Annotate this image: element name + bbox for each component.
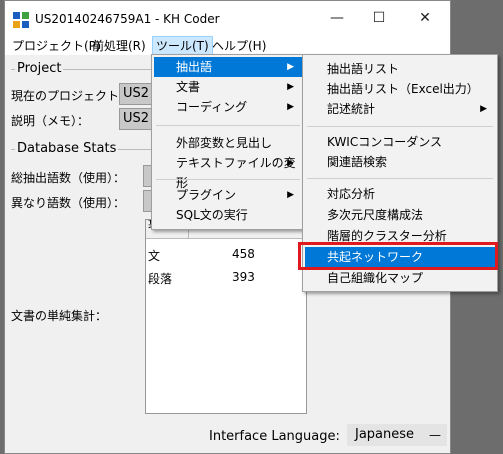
menu-item-label: 対応分析 <box>327 187 376 201</box>
tools-menu: 抽出語 ▶ 文書 ▶ コーディング ▶ 外部変数と見出し テキストファイルの変形… <box>151 54 305 230</box>
menu-item-label: SQL文の実行 <box>176 208 248 222</box>
submenu-arrow-icon: ▶ <box>287 102 294 112</box>
menu-item-label: 階層的クラスター分析 <box>327 229 447 243</box>
title-bar[interactable]: US20140246759A1 - KH Coder — ☐ ✕ <box>5 1 450 35</box>
menu-item-label: 記述統計 <box>327 102 376 116</box>
stats-group-label: Database Stats <box>15 141 119 156</box>
callout-highlight <box>298 242 498 270</box>
menu-item-label: 多次元尺度構成法 <box>327 208 424 222</box>
minimize-button[interactable]: — <box>317 5 357 31</box>
menu-item-mds[interactable]: 多次元尺度構成法 <box>305 205 495 225</box>
menu-item-label: 自己組織化マップ <box>327 271 424 285</box>
language-select[interactable]: Japanese — <box>347 424 447 446</box>
close-button[interactable]: ✕ <box>405 5 445 31</box>
menu-item-label: 外部変数と見出し <box>176 136 273 150</box>
menu-bar: プロジェクト(P) 前処理(R) ツール(T) ヘルプ(H) <box>5 35 450 56</box>
menu-item-related-words[interactable]: 関連語検索 <box>305 152 495 172</box>
current-project-label: 現在のプロジェクト： <box>11 89 132 103</box>
menu-item-word-list-excel[interactable]: 抽出語リスト（Excel出力） <box>305 79 495 99</box>
menu-item-label: KWICコンコーダンス <box>327 135 442 149</box>
memo-label: 説明（メモ）： <box>11 114 90 128</box>
submenu-arrow-icon: ▶ <box>287 158 294 168</box>
menu-preprocess[interactable]: 前処理(R) <box>89 37 149 55</box>
menu-separator <box>307 178 493 179</box>
menu-item-label: プラグイン <box>176 188 237 202</box>
maximize-button[interactable]: ☐ <box>359 5 399 31</box>
menu-item-label: コーディング <box>176 100 248 114</box>
menu-item-correspondence[interactable]: 対応分析 <box>305 184 495 204</box>
menu-separator <box>156 179 300 180</box>
menu-item-label: 文書 <box>176 80 201 94</box>
menu-item-variables[interactable]: 外部変数と見出し <box>154 133 302 153</box>
menu-item-label: 抽出語リスト <box>327 62 400 76</box>
app-icon <box>13 12 29 28</box>
menu-separator <box>307 126 493 127</box>
doc-count-table[interactable]: 集計単位 ケース数 文 458 段落 393 <box>145 219 307 414</box>
menu-item-word-list[interactable]: 抽出語リスト <box>305 59 495 79</box>
table-cell-unit: 段落 <box>148 272 173 286</box>
menu-separator <box>156 125 300 126</box>
doc-count-label: 文書の単純集計： <box>11 309 108 323</box>
menu-item-label: 抽出語 <box>176 60 213 74</box>
submenu-arrow-icon: ▶ <box>287 62 294 72</box>
window-title: US20140246759A1 - KH Coder <box>35 12 220 26</box>
submenu-arrow-icon: ▶ <box>287 190 294 200</box>
menu-item-sql[interactable]: SQL文の実行 <box>154 205 302 225</box>
menu-item-label: 関連語検索 <box>327 155 388 169</box>
submenu-arrow-icon: ▶ <box>287 82 294 92</box>
table-cell-unit: 文 <box>148 249 161 263</box>
menu-item-label: 抽出語リスト（Excel出力） <box>327 82 479 96</box>
submenu-arrow-icon: ▶ <box>480 104 487 114</box>
distinct-words-label: 異なり語数（使用）： <box>11 196 126 210</box>
menu-item-coding[interactable]: コーディング ▶ <box>154 97 302 117</box>
menu-help[interactable]: ヘルプ(H) <box>209 37 269 55</box>
menu-tools[interactable]: ツール(T) <box>152 36 213 56</box>
table-cell-count: 458 <box>232 247 255 261</box>
language-value: Japanese <box>355 427 415 442</box>
menu-item-documents[interactable]: 文書 ▶ <box>154 77 302 97</box>
menu-item-descriptive-stats[interactable]: 記述統計 ▶ <box>305 99 495 119</box>
dropdown-arrow-icon: — <box>429 428 441 442</box>
table-cell-count: 393 <box>232 270 255 284</box>
language-label: Interface Language: <box>209 429 340 444</box>
menu-item-text-transform[interactable]: テキストファイルの変形 ▶ <box>154 153 302 190</box>
menu-item-som[interactable]: 自己組織化マップ <box>305 268 495 288</box>
menu-item-kwic[interactable]: KWICコンコーダンス <box>305 132 495 152</box>
project-group-label: Project <box>15 61 64 76</box>
total-words-label: 総抽出語数（使用）： <box>11 171 126 185</box>
menu-item-words[interactable]: 抽出語 ▶ <box>154 57 302 77</box>
menu-item-plugins[interactable]: プラグイン ▶ <box>154 185 302 205</box>
